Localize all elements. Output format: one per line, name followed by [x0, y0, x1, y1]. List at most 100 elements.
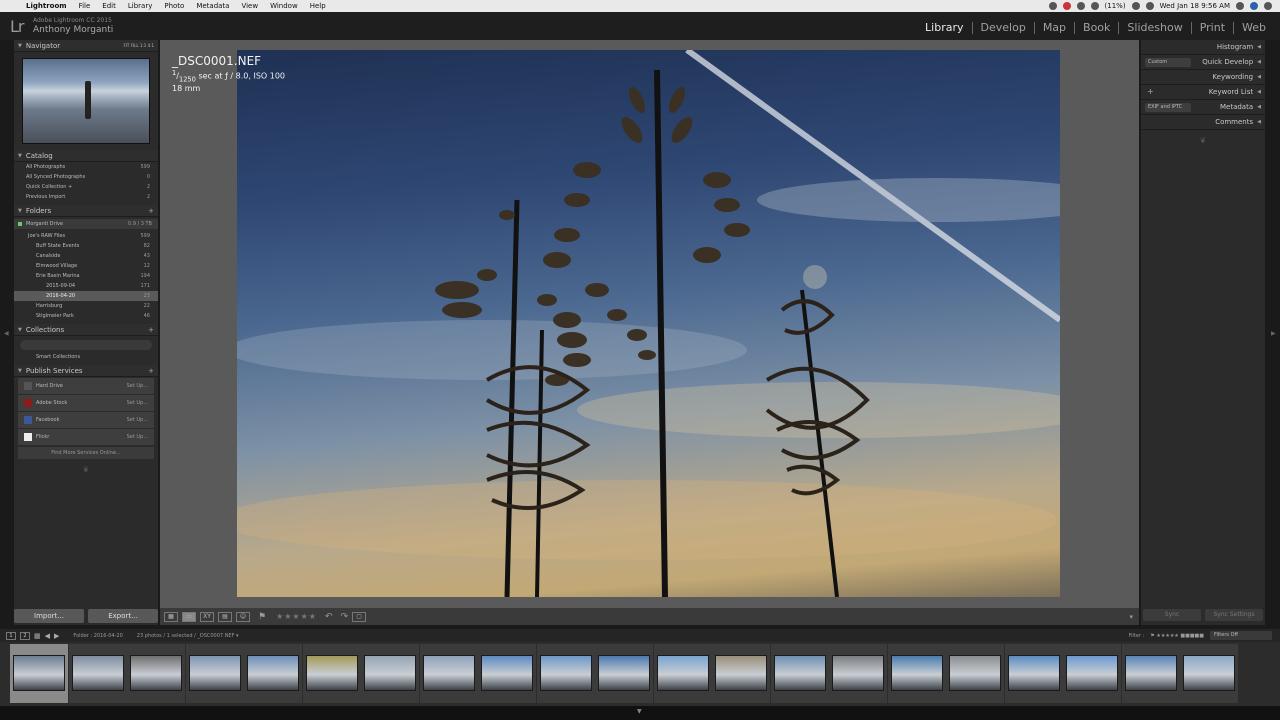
user-avatar-icon[interactable]: [1250, 2, 1258, 10]
filmstrip-thumb[interactable]: [127, 644, 185, 703]
histogram-header[interactable]: Histogram ◀: [1141, 40, 1265, 55]
right-panel-toggle-icon[interactable]: ▶: [1271, 330, 1276, 337]
comments-header[interactable]: Comments ◀: [1141, 115, 1265, 130]
add-folder-icon[interactable]: +: [148, 207, 154, 215]
quick-develop-header[interactable]: Custom Quick Develop ◀: [1141, 55, 1265, 70]
rotate-right-icon[interactable]: ↷: [340, 612, 348, 622]
catalog-header[interactable]: ▼ Catalog: [14, 150, 158, 162]
filmstrip-thumb[interactable]: [770, 644, 829, 703]
filmstrip-thumb[interactable]: [829, 644, 887, 703]
filmstrip-thumb[interactable]: [946, 644, 1004, 703]
publish-service-facebook[interactable]: Facebook Set Up...: [18, 412, 154, 428]
folder-item-selected[interactable]: 2016-04-20 23: [14, 291, 158, 301]
filmstrip-thumb[interactable]: [1063, 644, 1121, 703]
menu-view[interactable]: View: [235, 2, 264, 10]
metadata-preset-select[interactable]: EXIF and IPTC: [1145, 103, 1191, 112]
menu-app[interactable]: Lightroom: [20, 2, 73, 10]
survey-view-icon[interactable]: ▤: [218, 611, 232, 622]
grid-view-icon[interactable]: ▦: [164, 611, 178, 622]
publish-service-adobe-stock[interactable]: Adobe Stock Set Up...: [18, 395, 154, 411]
sync-settings-button[interactable]: Sync Settings: [1205, 609, 1263, 621]
forward-arrow-icon[interactable]: ▶: [54, 632, 59, 640]
filter-flags-stars-icon[interactable]: ⚑ ★★★★★ ■■■■■: [1150, 633, 1204, 639]
filmstrip-source[interactable]: Folder : 2016-04-20: [73, 633, 122, 639]
publish-service-hard-drive[interactable]: Hard Drive Set Up...: [18, 378, 154, 394]
crop-overlay-icon[interactable]: ▢: [352, 611, 367, 622]
module-book[interactable]: Book: [1074, 22, 1118, 34]
setup-link[interactable]: Set Up...: [127, 400, 148, 406]
volume-icon[interactable]: [1145, 2, 1154, 10]
navigator-zoom-options[interactable]: FIT FILL 1:1 4:1: [123, 43, 154, 48]
folder-item[interactable]: Buff State Events 82: [14, 241, 158, 251]
spotlight-icon[interactable]: [1236, 2, 1244, 10]
filmstrip-thumb[interactable]: [712, 644, 770, 703]
collections-header[interactable]: ▼ Collections +: [14, 324, 158, 336]
filmstrip-thumb[interactable]: [68, 644, 127, 703]
filmstrip-toggle-icon[interactable]: ▼: [637, 708, 642, 715]
filmstrip-thumb[interactable]: [1004, 644, 1063, 703]
filmstrip-thumb[interactable]: [478, 644, 536, 703]
grid-shortcut-icon[interactable]: ▦: [34, 632, 41, 640]
setup-link[interactable]: Set Up...: [127, 417, 148, 423]
battery-indicator[interactable]: (11%): [1105, 2, 1126, 10]
catalog-item[interactable]: All Photographs 599: [14, 162, 158, 172]
status-app-icon[interactable]: [1048, 2, 1057, 10]
folders-header[interactable]: ▼ Folders +: [14, 205, 158, 217]
keyword-list-header[interactable]: + Keyword List ◀: [1141, 85, 1265, 100]
folder-item[interactable]: Stiglmeier Park 46: [14, 311, 158, 321]
find-more-services-button[interactable]: Find More Services Online...: [18, 447, 154, 459]
menu-edit[interactable]: Edit: [96, 2, 122, 10]
loupe-view-icon[interactable]: ▭: [182, 611, 196, 622]
add-publish-service-icon[interactable]: +: [148, 367, 154, 375]
menu-window[interactable]: Window: [264, 2, 304, 10]
wifi-icon[interactable]: [1131, 2, 1140, 10]
filmstrip-thumb[interactable]: [244, 644, 302, 703]
compare-view-icon[interactable]: XY: [200, 611, 214, 622]
publish-services-header[interactable]: ▼ Publish Services +: [14, 365, 158, 377]
folder-item[interactable]: Canalside 43: [14, 251, 158, 261]
publish-service-flickr[interactable]: Flickr Set Up...: [18, 429, 154, 445]
filmstrip-thumb[interactable]: [302, 644, 361, 703]
filmstrip-thumb[interactable]: [185, 644, 244, 703]
filmstrip-thumb[interactable]: [536, 644, 595, 703]
menu-photo[interactable]: Photo: [158, 2, 190, 10]
catalog-item[interactable]: Quick Collection + 2: [14, 182, 158, 192]
volume-row[interactable]: Morganti Drive 0.9 / 3 TB: [14, 219, 158, 229]
filter-preset-select[interactable]: Filters Off: [1210, 631, 1272, 640]
main-photo[interactable]: [237, 50, 1060, 597]
add-keyword-icon[interactable]: +: [1147, 87, 1154, 96]
export-button[interactable]: Export...: [88, 609, 158, 623]
notification-center-icon[interactable]: [1264, 2, 1272, 10]
people-view-icon[interactable]: ☺: [236, 611, 250, 622]
menu-library[interactable]: Library: [122, 2, 158, 10]
rating-stars-icon[interactable]: ★★★★★: [276, 612, 317, 621]
window-1-button[interactable]: 1: [6, 631, 16, 640]
status-app-icon[interactable]: [1076, 2, 1085, 10]
collections-filter-input[interactable]: [20, 340, 152, 350]
setup-link[interactable]: Set Up...: [127, 434, 148, 440]
folder-item[interactable]: Harrisburg 22: [14, 301, 158, 311]
smart-collections-item[interactable]: Smart Collections: [14, 352, 158, 362]
filmstrip-thumb[interactable]: [419, 644, 478, 703]
rotate-left-icon[interactable]: ↶: [325, 612, 333, 622]
left-panel-toggle-icon[interactable]: ◀: [4, 330, 9, 337]
metadata-header[interactable]: EXIF and IPTC Metadata ◀: [1141, 100, 1265, 115]
menu-file[interactable]: File: [73, 2, 97, 10]
navigator-header[interactable]: ▼ Navigator FIT FILL 1:1 4:1: [14, 40, 158, 52]
module-print[interactable]: Print: [1190, 22, 1233, 34]
import-button[interactable]: Import...: [14, 609, 84, 623]
window-2-button[interactable]: 2: [20, 631, 30, 640]
module-slideshow[interactable]: Slideshow: [1118, 22, 1190, 34]
filmstrip-selection-info[interactable]: 23 photos / 1 selected / _DSC0007.NEF ▾: [137, 633, 239, 639]
catalog-item[interactable]: Previous Import 2: [14, 192, 158, 202]
clock[interactable]: Wed Jan 18 9:56 AM: [1160, 2, 1230, 10]
flag-pick-icon[interactable]: ⚑: [258, 612, 266, 622]
filmstrip-thumb[interactable]: [887, 644, 946, 703]
toolbar-options-chevron-icon[interactable]: ▾: [1129, 613, 1133, 621]
menu-metadata[interactable]: Metadata: [190, 2, 235, 10]
quick-develop-preset-select[interactable]: Custom: [1145, 58, 1191, 67]
keywording-header[interactable]: Keywording ◀: [1141, 70, 1265, 85]
status-app-icon[interactable]: [1090, 2, 1099, 10]
add-collection-icon[interactable]: +: [148, 326, 154, 334]
module-web[interactable]: Web: [1233, 22, 1274, 34]
